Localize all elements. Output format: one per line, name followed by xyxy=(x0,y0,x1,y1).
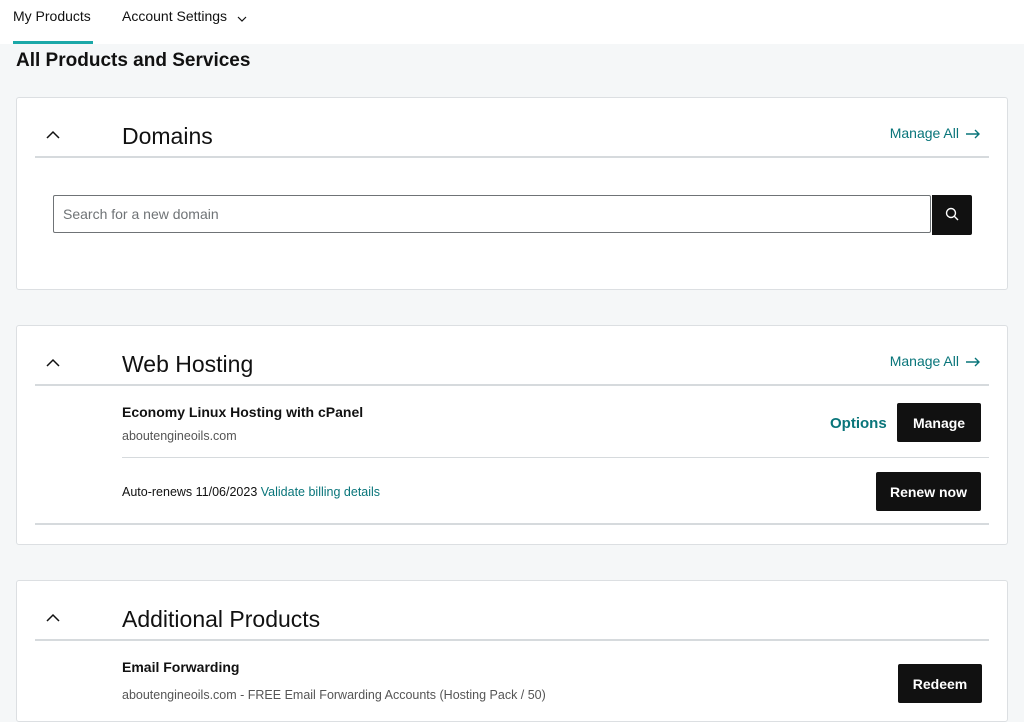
tab-account-settings[interactable]: Account Settings xyxy=(122,0,247,44)
auto-renew-text: Auto-renews 11/06/2023 xyxy=(122,485,258,499)
tab-my-products[interactable]: My Products xyxy=(13,0,93,44)
search-icon xyxy=(945,207,959,224)
renew-now-button[interactable]: Renew now xyxy=(876,472,981,511)
divider xyxy=(35,384,989,386)
validate-billing-link[interactable]: Validate billing details xyxy=(261,485,380,499)
options-link[interactable]: Options xyxy=(830,415,887,432)
product-domain: aboutengineoils.com xyxy=(122,429,237,443)
product-detail: aboutengineoils.com - FREE Email Forward… xyxy=(122,688,546,702)
manage-all-label: Manage All xyxy=(889,353,959,369)
chevron-up-icon[interactable] xyxy=(46,126,62,142)
arrow-right-icon xyxy=(959,353,981,369)
arrow-right-icon xyxy=(959,125,981,141)
top-navigation: My Products Account Settings xyxy=(0,0,1024,44)
page-title: All Products and Services xyxy=(16,50,251,71)
manage-all-label: Manage All xyxy=(889,125,959,141)
chevron-up-icon[interactable] xyxy=(46,609,62,625)
manage-all-link[interactable]: Manage All xyxy=(890,125,981,141)
chevron-down-icon xyxy=(237,1,247,34)
divider xyxy=(35,523,989,525)
product-name: Email Forwarding xyxy=(122,659,240,675)
redeem-button[interactable]: Redeem xyxy=(898,664,982,703)
product-name: Economy Linux Hosting with cPanel xyxy=(122,404,364,420)
auto-renew-line: Auto-renews 11/06/2023 Validate billing … xyxy=(122,485,380,499)
divider xyxy=(35,156,989,158)
tab-label: My Products xyxy=(13,8,91,24)
section-title: Domains xyxy=(122,123,213,149)
manage-button[interactable]: Manage xyxy=(897,403,981,442)
section-title: Additional Products xyxy=(122,606,321,632)
divider xyxy=(122,457,989,458)
domain-search-input[interactable] xyxy=(53,195,931,233)
divider xyxy=(35,639,989,641)
domains-card: Domains Manage All xyxy=(16,97,1008,290)
web-hosting-card: Web Hosting Manage All Economy Linux Hos… xyxy=(16,325,1008,545)
section-title: Web Hosting xyxy=(122,351,254,377)
manage-all-link[interactable]: Manage All xyxy=(890,353,981,369)
search-button[interactable] xyxy=(932,195,972,235)
tab-label: Account Settings xyxy=(122,8,228,24)
chevron-up-icon[interactable] xyxy=(46,354,62,370)
